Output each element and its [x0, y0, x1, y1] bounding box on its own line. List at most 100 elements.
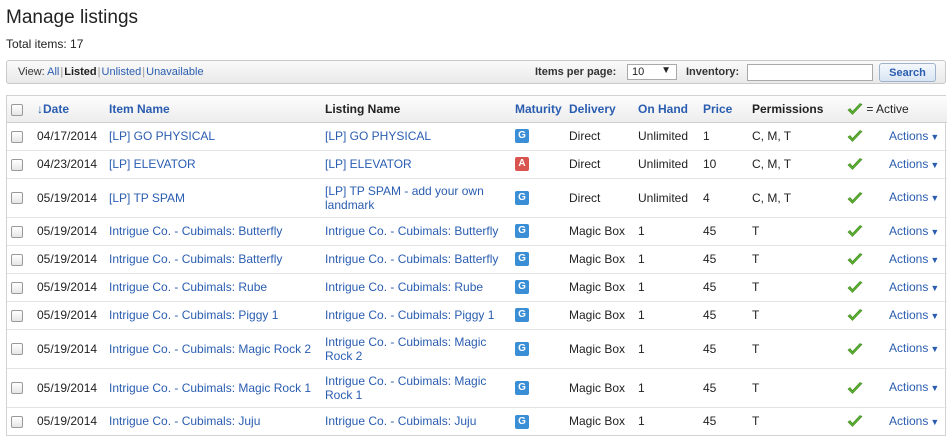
item-name-link[interactable]: Intrigue Co. - Cubimals: Magic Rock 2: [109, 342, 311, 356]
row-checkbox[interactable]: [11, 416, 23, 429]
row-checkbox[interactable]: [11, 225, 23, 238]
dropdown-arrow-icon: ▼: [930, 310, 940, 321]
table-row: 05/19/2014 Intrigue Co. - Cubimals: Juju I…: [7, 407, 947, 435]
actions-menu-button[interactable]: Actions ▼: [889, 157, 939, 171]
search-button[interactable]: Search: [879, 63, 936, 82]
maturity-column-header[interactable]: Maturity: [511, 96, 565, 123]
actions-menu-button[interactable]: Actions ▼: [889, 308, 939, 322]
row-maturity-cell: A: [511, 150, 565, 179]
row-delivery: Magic Box: [565, 245, 634, 274]
row-checkbox[interactable]: [11, 281, 23, 294]
listing-name-link[interactable]: Intrigue Co. - Cubimals: Batterfly: [325, 252, 498, 266]
actions-menu-button[interactable]: Actions ▼: [889, 414, 939, 428]
row-permissions: C, M, T: [748, 178, 843, 218]
row-checkbox[interactable]: [11, 343, 23, 356]
view-unlisted-link[interactable]: Unlisted: [102, 66, 142, 78]
row-select-cell: [7, 301, 33, 330]
row-active-cell: [843, 178, 885, 218]
row-listing-name-cell: Intrigue Co. - Cubimals: Batterfly: [321, 245, 511, 274]
row-checkbox[interactable]: [11, 309, 23, 322]
date-column-header[interactable]: ↓Date: [33, 96, 105, 123]
row-date: 05/19/2014: [33, 245, 105, 274]
listing-name-link[interactable]: [LP] GO PHYSICAL: [325, 129, 431, 143]
row-price: 45: [699, 273, 748, 302]
inventory-input[interactable]: [747, 64, 873, 81]
row-date: 05/19/2014: [37, 414, 98, 429]
row-item-name-cell: Intrigue Co. - Cubimals: Magic Rock 1: [105, 368, 321, 408]
row-delivery: Direct: [565, 122, 634, 151]
row-checkbox[interactable]: [11, 253, 23, 266]
item-name-link[interactable]: Intrigue Co. - Cubimals: Butterfly: [109, 224, 282, 238]
listing-name-link[interactable]: [LP] ELEVATOR: [325, 157, 412, 171]
row-checkbox[interactable]: [11, 130, 23, 143]
actions-menu-button[interactable]: Actions ▼: [889, 252, 939, 266]
active-column-header: = Active: [843, 96, 948, 123]
item-name-column-header[interactable]: Item Name: [105, 96, 321, 123]
select-all-checkbox[interactable]: [11, 103, 23, 116]
item-name-link[interactable]: Intrigue Co. - Cubimals: Rube: [109, 280, 267, 294]
row-checkbox[interactable]: [11, 382, 23, 395]
actions-menu-button[interactable]: Actions ▼: [889, 129, 939, 143]
actions-menu-button[interactable]: Actions ▼: [889, 341, 939, 355]
actions-label: Actions: [889, 156, 929, 171]
active-check-icon: [847, 225, 863, 238]
delivery-column-header[interactable]: Delivery: [565, 96, 634, 123]
row-active-cell: [843, 368, 885, 408]
listing-name-link[interactable]: Intrigue Co. - Cubimals: Magic Rock 1: [325, 374, 486, 402]
active-check-icon: [847, 158, 863, 171]
row-actions-cell: Actions ▼: [885, 178, 948, 218]
row-item-name-cell: [LP] GO PHYSICAL: [105, 122, 321, 151]
row-item-name-cell: [LP] ELEVATOR: [105, 150, 321, 179]
active-check-icon: [847, 309, 863, 322]
row-on-hand: Unlimited: [634, 122, 699, 151]
item-name-link[interactable]: [LP] GO PHYSICAL: [109, 129, 215, 143]
item-name-link[interactable]: Intrigue Co. - Cubimals: Batterfly: [109, 252, 282, 266]
row-listing-name-cell: Intrigue Co. - Cubimals: Juju: [321, 407, 511, 435]
row-item-name-cell: Intrigue Co. - Cubimals: Juju: [105, 407, 321, 435]
item-name-link[interactable]: Intrigue Co. - Cubimals: Juju: [109, 414, 260, 428]
row-actions-cell: Actions ▼: [885, 301, 948, 330]
actions-menu-button[interactable]: Actions ▼: [889, 190, 939, 204]
listing-name-link[interactable]: Intrigue Co. - Cubimals: Juju: [325, 414, 476, 428]
listing-name-link[interactable]: [LP] TP SPAM - add your own landmark: [325, 184, 484, 212]
table-row: 05/19/2014 Intrigue Co. - Cubimals: Magic…: [7, 329, 948, 369]
select-all-header: [7, 96, 33, 123]
row-permissions: C, M, T: [748, 122, 843, 151]
dropdown-arrow-icon: ▼: [661, 65, 671, 76]
dropdown-arrow-icon: ▼: [930, 254, 940, 265]
on-hand-column-header[interactable]: On Hand: [634, 96, 699, 123]
view-listed-link[interactable]: Listed: [64, 66, 96, 78]
price-column-header[interactable]: Price: [699, 96, 748, 123]
row-item-name-cell: Intrigue Co. - Cubimals: Piggy 1: [105, 301, 321, 330]
active-check-icon: [847, 415, 863, 428]
listing-name-link[interactable]: Intrigue Co. - Cubimals: Rube: [325, 280, 483, 294]
items-per-page-label: Items per page:: [535, 66, 617, 78]
row-delivery: Direct: [565, 178, 634, 218]
view-unavailable-link[interactable]: Unavailable: [146, 66, 203, 78]
maturity-badge: G: [515, 308, 529, 323]
item-name-link[interactable]: [LP] ELEVATOR: [109, 157, 196, 171]
listing-name-link[interactable]: Intrigue Co. - Cubimals: Butterfly: [325, 224, 498, 238]
item-name-link[interactable]: [LP] TP SPAM: [109, 191, 185, 205]
actions-menu-button[interactable]: Actions ▼: [889, 280, 939, 294]
row-checkbox[interactable]: [11, 158, 23, 171]
items-per-page-select[interactable]: 10 ▼: [627, 64, 677, 80]
item-name-link[interactable]: Intrigue Co. - Cubimals: Piggy 1: [109, 308, 278, 322]
item-name-link[interactable]: Intrigue Co. - Cubimals: Magic Rock 1: [109, 381, 311, 395]
row-select-cell: [7, 122, 33, 151]
listing-name-link[interactable]: Intrigue Co. - Cubimals: Magic Rock 2: [325, 335, 486, 363]
maturity-badge: G: [515, 252, 529, 267]
actions-menu-button[interactable]: Actions ▼: [889, 380, 939, 394]
actions-label: Actions: [889, 380, 929, 394]
row-listing-name-cell: [LP] ELEVATOR: [321, 150, 511, 179]
maturity-badge: G: [515, 280, 529, 295]
listing-name-link[interactable]: Intrigue Co. - Cubimals: Piggy 1: [325, 308, 494, 322]
dropdown-arrow-icon: ▼: [930, 383, 940, 393]
active-check-icon: [847, 281, 863, 294]
row-on-hand: 1: [634, 245, 699, 274]
actions-menu-button[interactable]: Actions ▼: [889, 224, 939, 238]
row-price: 4: [699, 178, 748, 218]
row-checkbox[interactable]: [11, 192, 23, 205]
view-all-link[interactable]: All: [47, 66, 59, 78]
actions-label: Actions: [889, 190, 929, 204]
